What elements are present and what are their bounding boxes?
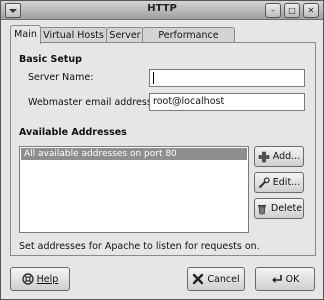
close-icon[interactable]: ✕: [303, 3, 319, 18]
addresses-list[interactable]: All available addresses on port 80: [19, 146, 249, 233]
webmaster-email-label: Webmaster email address:: [28, 97, 155, 108]
minimize-icon[interactable]: –: [265, 3, 281, 18]
title-bar[interactable]: HTTP – □ ✕: [1, 1, 323, 20]
delete-button[interactable]: Delete: [254, 198, 304, 219]
text-cursor: [153, 71, 154, 84]
help-lifebuoy-icon: [21, 273, 34, 285]
edit-button-label: Edit...: [272, 177, 301, 188]
server-name-field[interactable]: [149, 69, 305, 87]
tab-performance-tuning[interactable]: Performance Tuning: [142, 27, 235, 56]
webmaster-email-value: root@localhost: [153, 96, 225, 107]
edit-wrench-icon: [258, 176, 270, 189]
tab-virtual-hosts-label: Virtual Hosts: [43, 30, 104, 41]
tab-server-label: Server: [109, 30, 141, 41]
server-name-label: Server Name:: [28, 72, 94, 83]
trash-icon: [256, 203, 268, 215]
ok-button[interactable]: OK: [255, 267, 315, 291]
ok-return-arrow-icon: [271, 273, 283, 285]
cancel-button-label: Cancel: [207, 273, 240, 285]
maximize-icon[interactable]: □: [284, 3, 300, 18]
cancel-button[interactable]: Cancel: [187, 267, 245, 291]
tab-virtual-hosts[interactable]: Virtual Hosts: [39, 27, 108, 43]
help-button-label: Help: [36, 273, 59, 285]
webmaster-email-field[interactable]: root@localhost: [149, 93, 305, 111]
list-item[interactable]: All available addresses on port 80: [21, 148, 247, 160]
tab-server[interactable]: Server: [106, 27, 144, 43]
delete-button-label: Delete: [270, 203, 303, 214]
add-button-label: Add...: [272, 151, 301, 162]
basic-setup-heading: Basic Setup: [19, 54, 82, 65]
edit-button[interactable]: Edit...: [254, 172, 304, 193]
add-button[interactable]: Add...: [254, 146, 304, 167]
tab-main-label: Main: [14, 29, 37, 40]
help-button[interactable]: Help: [10, 267, 70, 291]
available-addresses-heading: Available Addresses: [19, 127, 127, 138]
tab-main[interactable]: Main: [10, 25, 41, 44]
addresses-hint: Set addresses for Apache to listen for r…: [19, 241, 260, 252]
ok-button-label: OK: [285, 273, 300, 285]
add-icon: [258, 151, 270, 163]
http-dialog: HTTP – □ ✕ Main Virtual Hosts Server Per…: [0, 0, 324, 300]
cancel-x-icon: [192, 273, 204, 285]
